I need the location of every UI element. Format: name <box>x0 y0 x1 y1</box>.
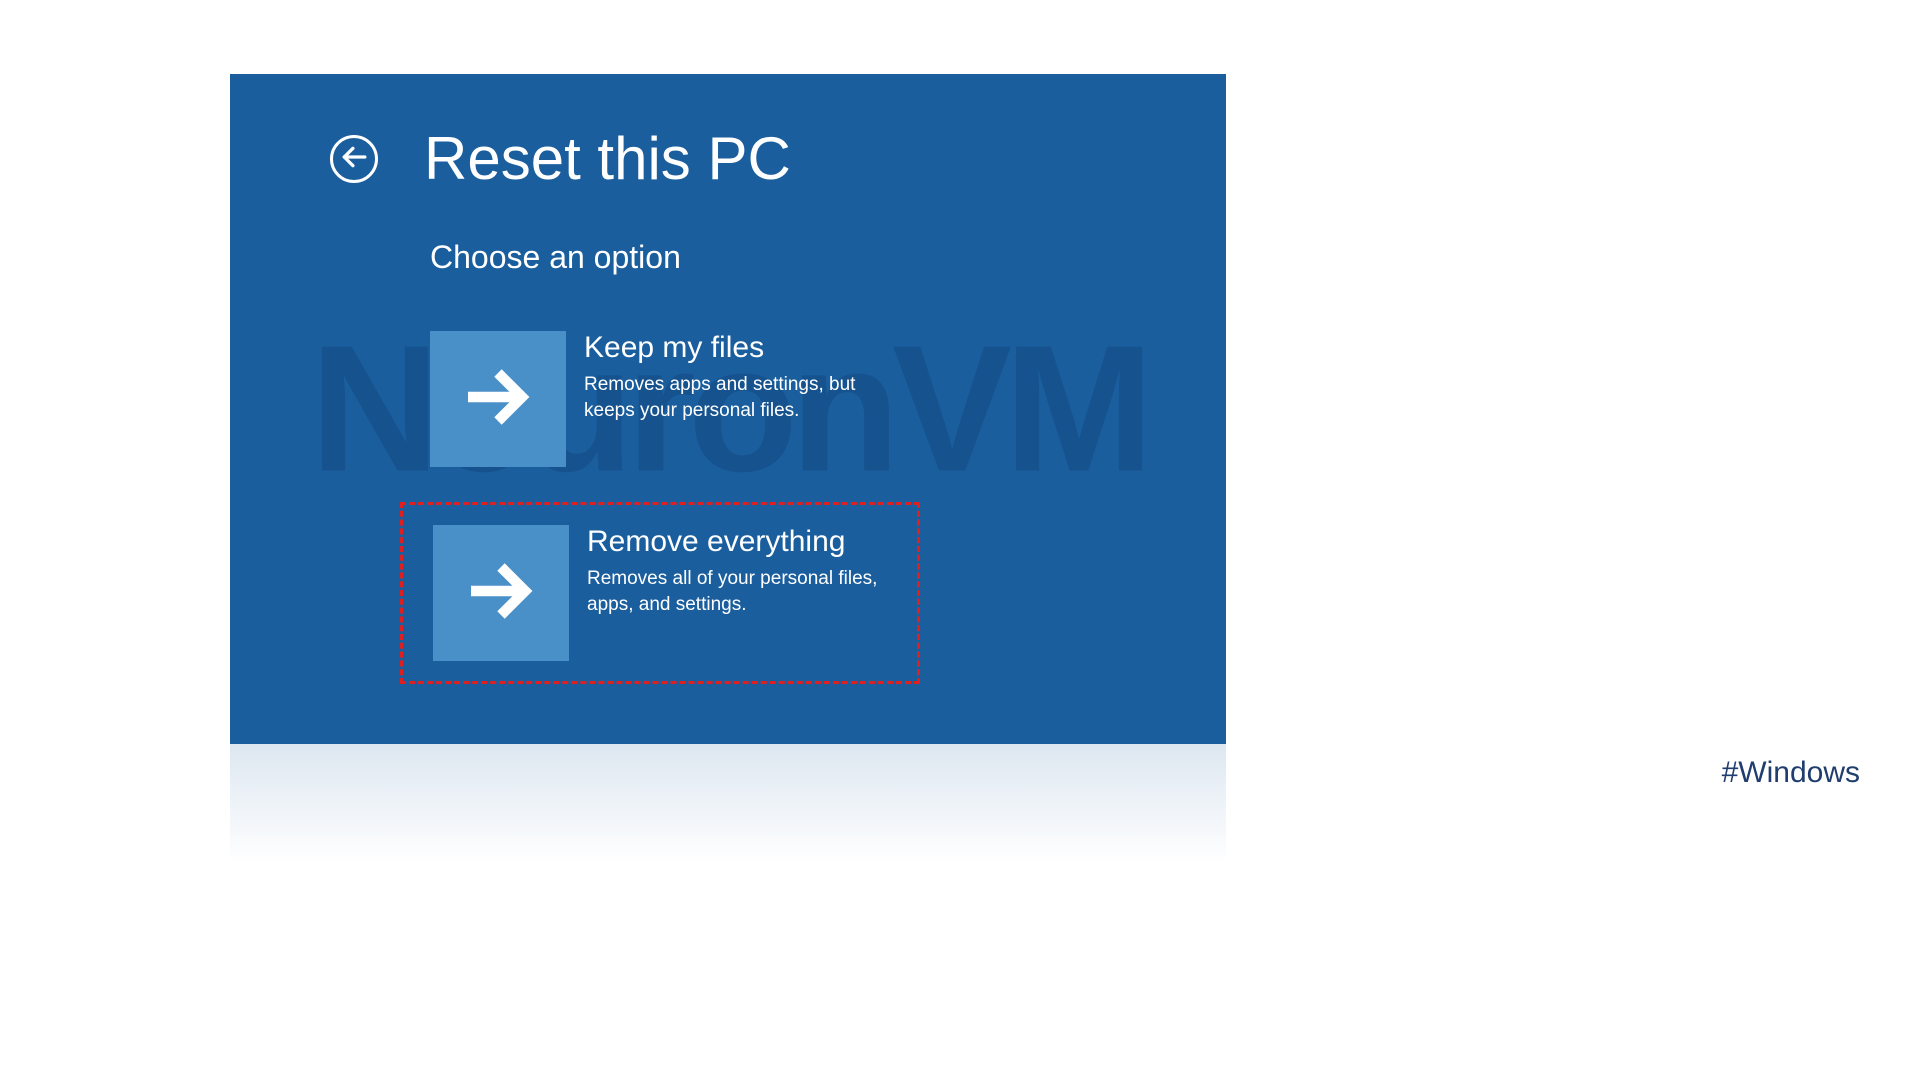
header: Reset this PC <box>230 74 1226 189</box>
option-remove-everything[interactable]: Remove everything Removes all of your pe… <box>400 502 920 684</box>
window-reflection <box>230 744 1226 864</box>
option-description: Removes apps and settings, but keeps you… <box>584 372 890 423</box>
option-text: Keep my files Removes apps and settings,… <box>584 331 890 423</box>
option-description: Removes all of your personal files, apps… <box>587 566 887 617</box>
arrow-right-icon <box>465 555 537 632</box>
option-keep-my-files[interactable]: Keep my files Removes apps and settings,… <box>400 311 920 487</box>
option-title: Keep my files <box>584 331 890 364</box>
hashtag-label: #Windows <box>1722 756 1860 790</box>
subtitle: Choose an option <box>430 239 1226 276</box>
reset-pc-window: NeuronVM Reset this PC Choose an option <box>230 74 1226 744</box>
option-icon-tile <box>430 331 566 467</box>
option-text: Remove everything Removes all of your pe… <box>587 525 887 617</box>
page-title: Reset this PC <box>424 129 791 189</box>
back-button[interactable] <box>330 135 378 183</box>
option-icon-tile <box>433 525 569 661</box>
option-title: Remove everything <box>587 525 887 558</box>
back-arrow-icon <box>341 144 367 175</box>
arrow-right-icon <box>462 361 534 438</box>
options-list: Keep my files Removes apps and settings,… <box>400 311 1226 684</box>
